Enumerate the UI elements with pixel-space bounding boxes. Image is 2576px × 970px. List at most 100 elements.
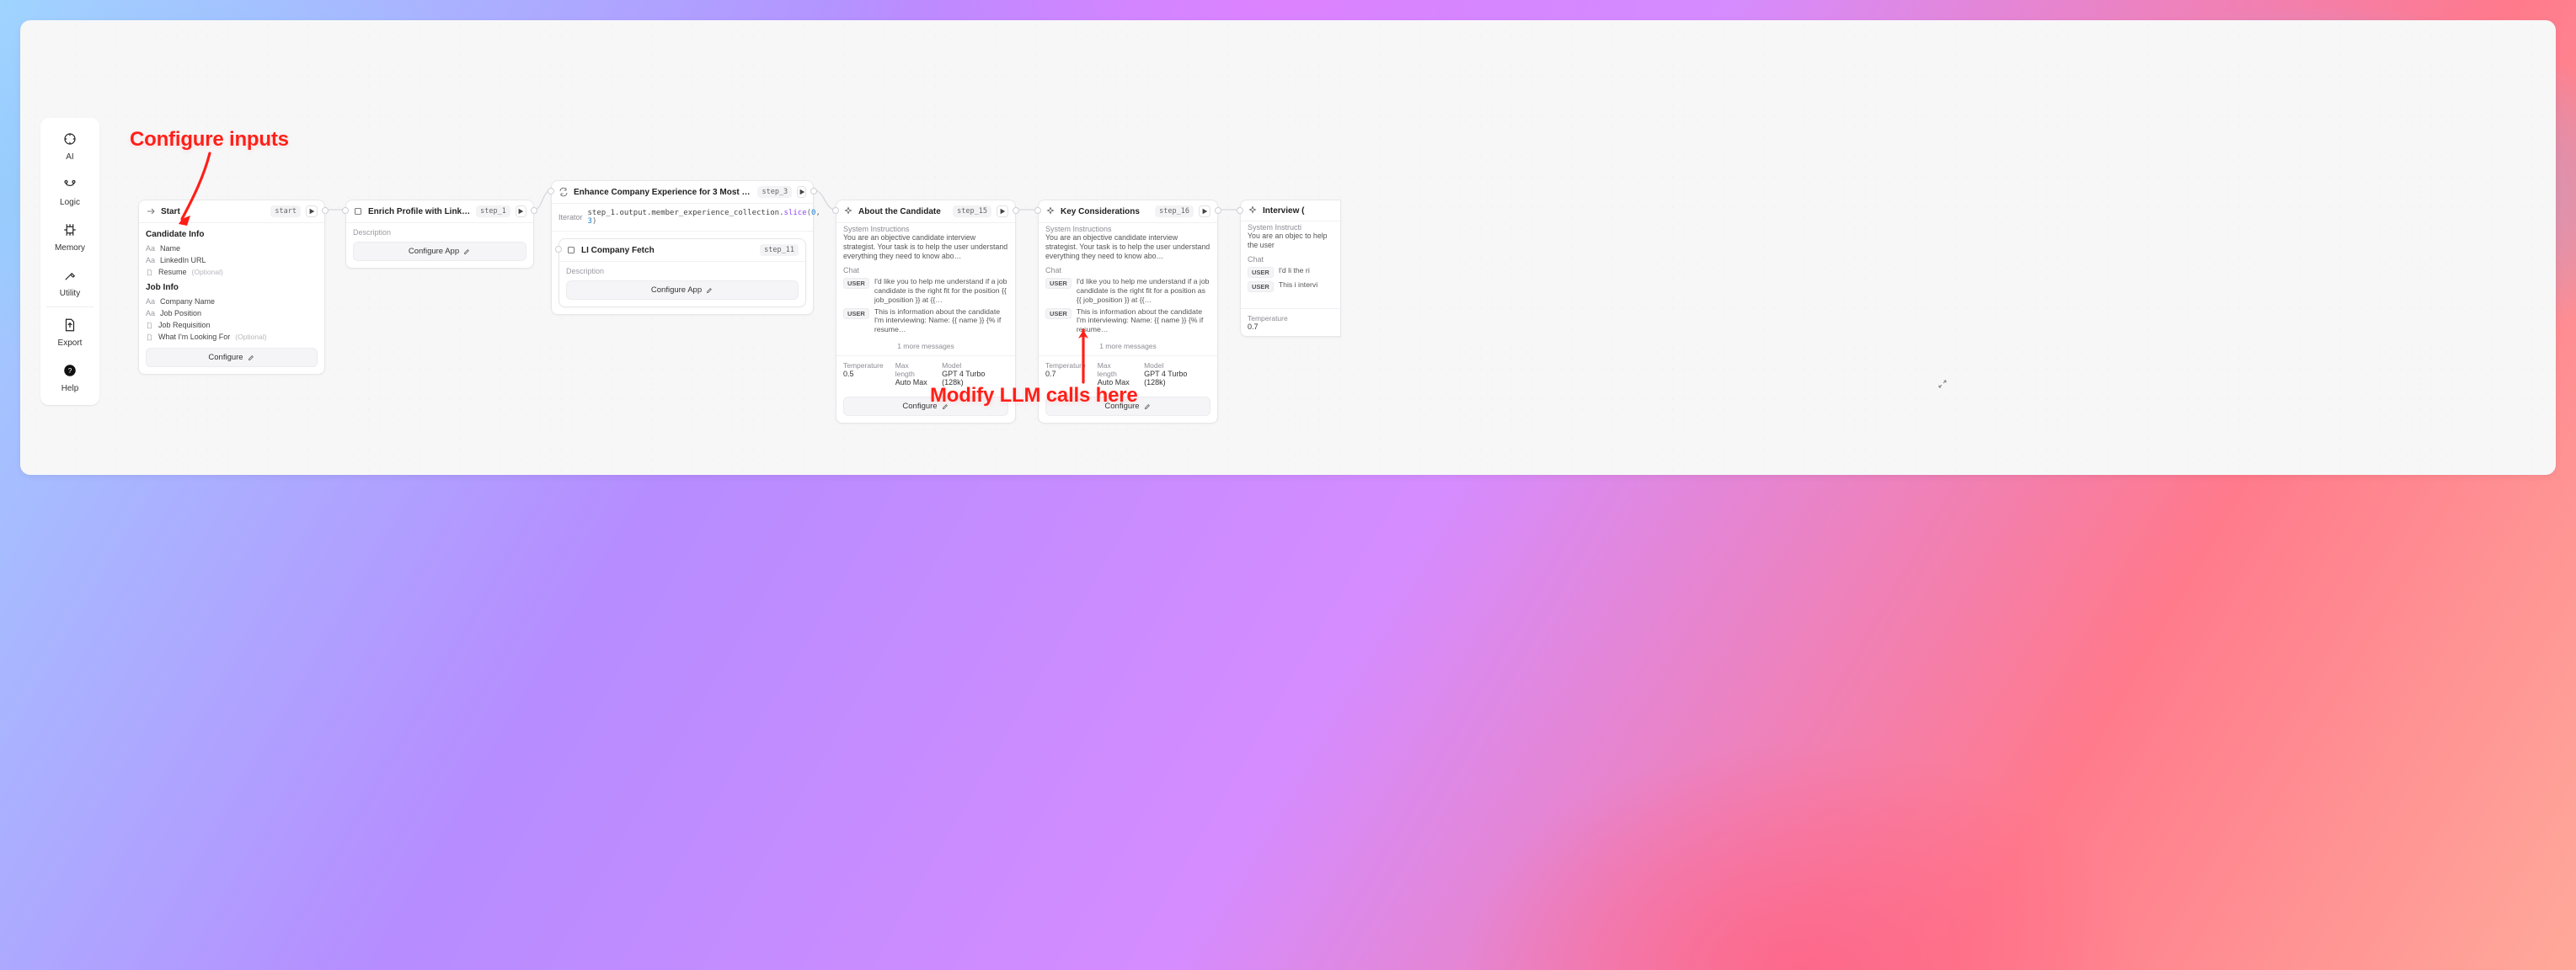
node-title: Enrich Profile with LinkedIn <box>368 207 471 216</box>
sidebar-item-help[interactable]: ? Help <box>40 354 99 400</box>
node-about-candidate[interactable]: About the Candidate step_15 System Instr… <box>836 200 1016 424</box>
node-header: About the Candidate step_15 <box>836 200 1015 223</box>
input-port[interactable] <box>342 207 349 214</box>
chat-row[interactable]: USERI'd like you to help me understand i… <box>1045 277 1211 305</box>
sidebar-item-label: Memory <box>55 243 85 253</box>
sidebar-item-memory[interactable]: Memory <box>40 214 99 259</box>
input-port[interactable] <box>1034 207 1041 214</box>
output-port[interactable] <box>1013 207 1019 214</box>
chat-row[interactable]: USERI'd like you to help me understand i… <box>843 277 1008 305</box>
sidebar-item-logic[interactable]: Logic <box>40 168 99 214</box>
input-field[interactable]: AaCompany Name <box>146 296 318 307</box>
output-port[interactable] <box>531 207 537 214</box>
node-header: Interview ( <box>1241 200 1340 221</box>
input-port[interactable] <box>832 207 839 214</box>
sparkle-icon <box>62 131 77 149</box>
input-field[interactable]: AaName <box>146 242 318 254</box>
role-badge: USER <box>1248 281 1274 292</box>
node-tag: start <box>270 205 301 217</box>
run-button[interactable] <box>1199 205 1211 217</box>
node-interview-cutoff[interactable]: Interview ( System Instructi You are an … <box>1240 200 1341 337</box>
sparkle-icon <box>843 206 853 216</box>
configure-app-button[interactable]: Configure App <box>566 280 799 300</box>
run-button[interactable] <box>516 205 526 217</box>
output-port[interactable] <box>810 188 817 195</box>
app-icon <box>566 245 576 255</box>
description-label: Description <box>353 228 526 237</box>
chat-label: Chat <box>836 264 1015 274</box>
sidebar-item-export[interactable]: Export <box>40 309 99 354</box>
chat-row[interactable]: USERI'd li the ri <box>1248 266 1333 278</box>
input-port[interactable] <box>555 246 562 253</box>
node-tag: step_11 <box>760 244 799 256</box>
system-instructions-label: System Instructions <box>836 223 1015 233</box>
sparkle-icon <box>1248 205 1258 216</box>
node-tag: step_3 <box>757 186 792 198</box>
node-title: Key Considerations <box>1061 207 1150 216</box>
expand-icon[interactable] <box>1937 379 1948 389</box>
run-button[interactable] <box>306 205 318 217</box>
input-field[interactable]: What I'm Looking For(Optional) <box>146 331 318 343</box>
run-button[interactable] <box>997 205 1008 217</box>
node-header: Key Considerations step_16 <box>1039 200 1217 223</box>
input-field[interactable]: Resume(Optional) <box>146 266 318 278</box>
configure-button[interactable]: Configure <box>843 397 1008 416</box>
sidebar-item-label: Help <box>61 384 79 393</box>
configure-app-button[interactable]: Configure App <box>353 242 526 261</box>
node-title: About the Candidate <box>858 207 948 216</box>
svg-text:?: ? <box>68 367 72 375</box>
sidebar-item-label: AI <box>66 152 73 162</box>
node-title: Start <box>161 207 265 216</box>
configure-button[interactable]: Configure <box>146 348 318 367</box>
node-key-considerations[interactable]: Key Considerations step_16 System Instru… <box>1038 200 1218 424</box>
chat-row[interactable]: USERThis is information about the candid… <box>843 307 1008 335</box>
node-iterator[interactable]: Enhance Company Experience for 3 Most Re… <box>551 180 814 315</box>
chip-icon <box>62 222 77 240</box>
input-port[interactable] <box>1237 207 1243 214</box>
node-header: Start start <box>139 200 324 223</box>
sidebar-item-label: Export <box>58 338 83 348</box>
output-port[interactable] <box>322 207 329 214</box>
more-messages[interactable]: 1 more messages <box>1039 340 1217 355</box>
chat-messages: USERI'd li the ri USERThis i intervi <box>1241 266 1340 298</box>
sidebar-item-label: Utility <box>60 289 80 298</box>
help-icon: ? <box>62 363 77 381</box>
chat-row[interactable]: USERThis is information about the candid… <box>1045 307 1211 335</box>
model-params: Temperature0.7 <box>1241 312 1340 336</box>
sidebar-item-utility[interactable]: Utility <box>40 259 99 305</box>
configure-button[interactable]: Configure <box>1045 397 1211 416</box>
input-port[interactable] <box>548 188 554 195</box>
node-enrich-linkedin[interactable]: Enrich Profile with LinkedIn step_1 Desc… <box>345 200 534 269</box>
arrow-right-icon <box>146 206 156 216</box>
node-start[interactable]: Start start Candidate Info AaName AaLink… <box>138 200 325 375</box>
text-type-icon: Aa <box>146 244 155 253</box>
input-field[interactable]: AaJob Position <box>146 307 318 319</box>
text-type-icon: Aa <box>146 297 155 306</box>
role-badge: USER <box>843 308 869 319</box>
canvas-panel[interactable]: AI Logic Memory Utility Export <box>20 20 2556 475</box>
output-port[interactable] <box>1215 207 1221 214</box>
file-type-icon <box>146 322 153 329</box>
loop-icon <box>558 187 569 197</box>
sidebar-item-ai[interactable]: AI <box>40 123 99 168</box>
tool-sidebar: AI Logic Memory Utility Export <box>40 118 99 405</box>
input-field[interactable]: Job Requisition <box>146 319 318 331</box>
hammer-icon <box>62 268 77 285</box>
description-label: Description <box>566 267 799 275</box>
export-icon <box>62 317 77 335</box>
role-badge: USER <box>1248 267 1274 278</box>
sparkle-icon <box>1045 206 1056 216</box>
model-params: Temperature0.7 Max lengthAuto Max ModelG… <box>1039 360 1217 392</box>
run-button[interactable] <box>797 186 806 198</box>
system-instructions-body: You are an objective candidate interview… <box>836 233 1015 264</box>
node-tag: step_1 <box>476 205 510 217</box>
chat-row[interactable]: USERThis i intervi <box>1248 280 1333 292</box>
iterator-expression[interactable]: Iterator step_1.output.member_experience… <box>552 204 813 232</box>
callout-inputs: Configure inputs <box>130 128 289 152</box>
node-body: Candidate Info AaName AaLinkedIn URL Res… <box>139 223 324 374</box>
input-field[interactable]: AaLinkedIn URL <box>146 254 318 266</box>
more-messages[interactable]: 1 more messages <box>836 340 1015 355</box>
branch-icon <box>62 177 77 195</box>
node-li-company-fetch[interactable]: LI Company Fetch step_11 Description Con… <box>558 238 806 307</box>
file-type-icon <box>146 333 153 341</box>
